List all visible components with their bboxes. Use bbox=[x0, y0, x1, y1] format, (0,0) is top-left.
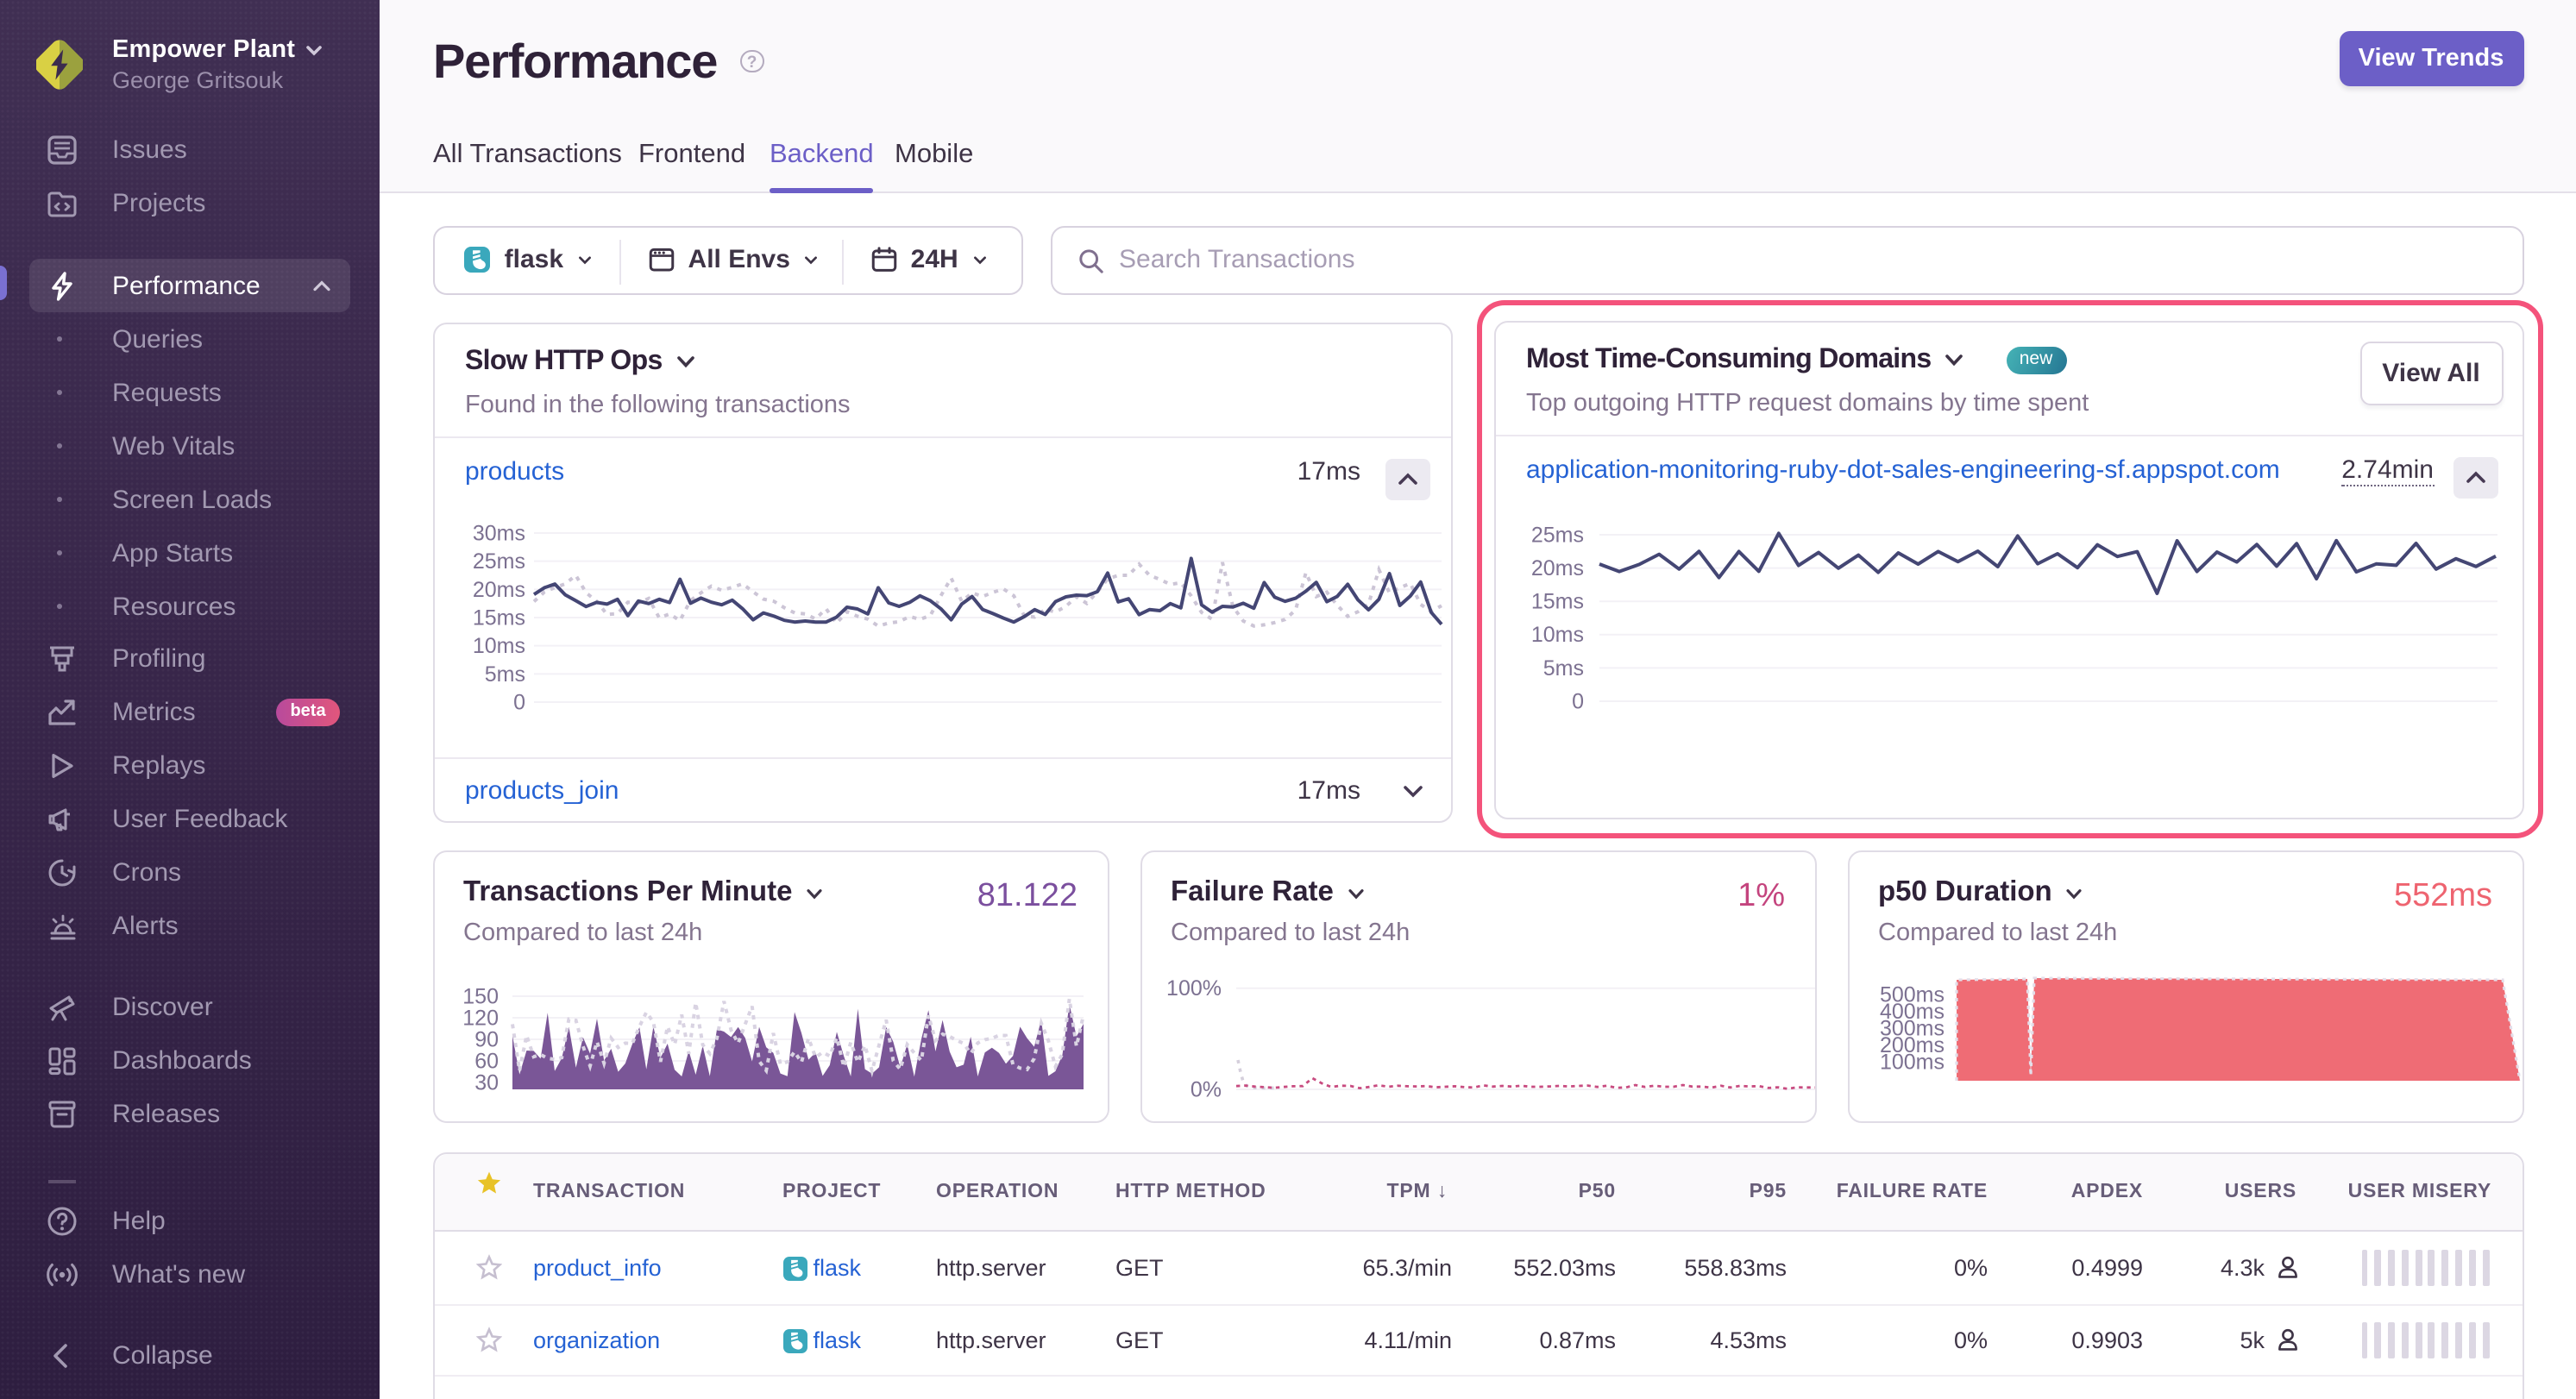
svg-text:90: 90 bbox=[474, 1026, 498, 1051]
svg-text:120: 120 bbox=[462, 1005, 498, 1029]
svg-text:60: 60 bbox=[474, 1048, 498, 1072]
svg-text:0: 0 bbox=[1571, 688, 1583, 712]
svg-text:10ms: 10ms bbox=[472, 633, 525, 657]
svg-text:20ms: 20ms bbox=[1530, 555, 1583, 580]
svg-text:30: 30 bbox=[474, 1070, 498, 1094]
svg-text:20ms: 20ms bbox=[472, 577, 525, 601]
svg-text:150: 150 bbox=[462, 983, 498, 1007]
svg-text:15ms: 15ms bbox=[472, 605, 525, 629]
svg-text:10ms: 10ms bbox=[1530, 622, 1583, 646]
svg-text:5ms: 5ms bbox=[1542, 656, 1583, 680]
svg-text:100ms: 100ms bbox=[1879, 1049, 1944, 1073]
svg-text:5ms: 5ms bbox=[484, 662, 525, 686]
svg-text:30ms: 30ms bbox=[472, 520, 525, 544]
svg-text:0%: 0% bbox=[1190, 1076, 1221, 1101]
svg-text:100%: 100% bbox=[1165, 976, 1221, 1000]
svg-text:25ms: 25ms bbox=[472, 549, 525, 573]
svg-text:15ms: 15ms bbox=[1530, 589, 1583, 613]
svg-text:0: 0 bbox=[512, 689, 525, 713]
svg-text:25ms: 25ms bbox=[1530, 522, 1583, 546]
